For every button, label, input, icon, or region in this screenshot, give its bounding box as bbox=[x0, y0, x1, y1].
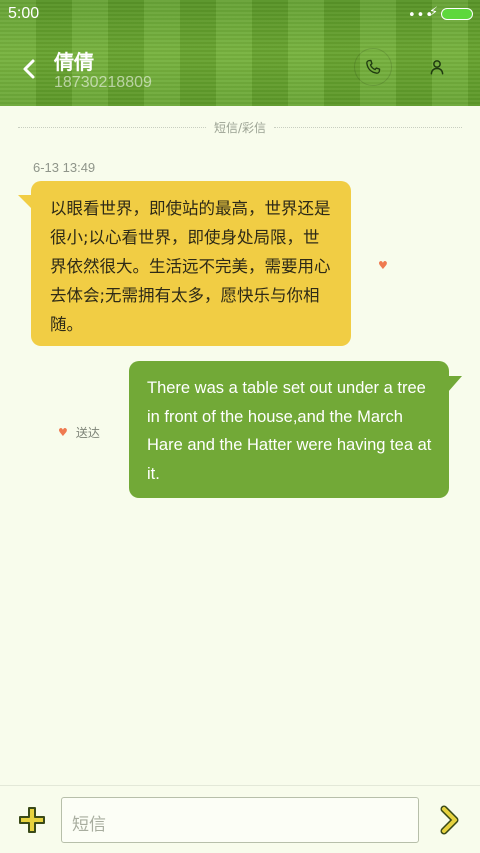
status-time: 5:00 bbox=[8, 5, 40, 22]
contact-name: 倩倩 bbox=[54, 52, 94, 74]
send-button[interactable] bbox=[437, 805, 463, 835]
message-type-divider: 短信/彩信 bbox=[18, 118, 463, 136]
outgoing-bubble-tail bbox=[448, 376, 462, 392]
delivery-status: ♥ 送达 bbox=[58, 424, 100, 441]
chevron-right-icon bbox=[440, 805, 459, 835]
message-type-label: 短信/彩信 bbox=[213, 120, 267, 135]
contact-number: 18730218809 bbox=[54, 74, 152, 91]
delivery-status-label: 送达 bbox=[75, 426, 100, 440]
call-button[interactable] bbox=[354, 48, 392, 86]
person-icon bbox=[430, 60, 444, 75]
outgoing-message-bubble[interactable]: There was a table set out under a tree i… bbox=[129, 361, 449, 498]
message-timestamp: 6-13 13:49 bbox=[33, 160, 96, 175]
chevron-left-icon bbox=[23, 59, 35, 79]
heart-icon: ♥ bbox=[378, 259, 388, 272]
contact-profile-button[interactable] bbox=[418, 48, 456, 86]
message-input[interactable]: 短信 bbox=[61, 797, 419, 843]
divider-line bbox=[18, 126, 206, 128]
heart-icon: ♥ bbox=[58, 426, 68, 439]
divider-line bbox=[274, 126, 463, 128]
app-header: 5:00 ••• ⚡ 倩倩 18730218809 bbox=[0, 0, 480, 106]
status-bar: 5:00 ••• ⚡ bbox=[0, 0, 480, 28]
incoming-message-bubble[interactable]: 以眼看世界，即使站的最高，世界还是很小;以心看世界，即使身处局限，世界依然很大。… bbox=[31, 181, 351, 346]
phone-icon bbox=[366, 59, 381, 74]
back-button[interactable] bbox=[14, 54, 44, 84]
message-composer: 短信 bbox=[0, 785, 480, 853]
add-attachment-button[interactable] bbox=[16, 804, 48, 836]
bolt-icon: ⚡ bbox=[429, 5, 439, 20]
battery-icon bbox=[441, 8, 473, 20]
plus-icon bbox=[19, 807, 45, 833]
